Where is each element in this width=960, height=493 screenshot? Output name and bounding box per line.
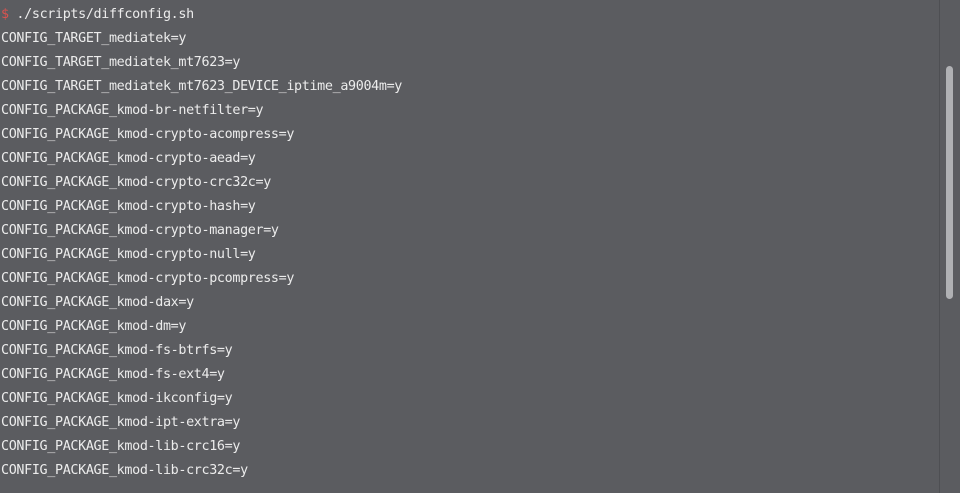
- output-line: CONFIG_PACKAGE_kmod-ipt-extra=y: [1, 415, 241, 430]
- terminal-output: $ ./scripts/diffconfig.sh CONFIG_TARGET_…: [1, 3, 931, 483]
- command-prompt-line: $ ./scripts/diffconfig.sh: [1, 3, 931, 27]
- output-line: CONFIG_PACKAGE_kmod-crypto-aead=y: [1, 151, 256, 166]
- vertical-scrollbar[interactable]: [939, 0, 960, 493]
- output-line: CONFIG_PACKAGE_kmod-crypto-null=y: [1, 247, 256, 262]
- output-line: CONFIG_PACKAGE_kmod-crypto-crc32c=y: [1, 175, 271, 190]
- output-line: CONFIG_PACKAGE_kmod-lib-crc32c=y: [1, 463, 248, 478]
- output-line: CONFIG_PACKAGE_kmod-crypto-acompress=y: [1, 127, 295, 142]
- output-line: CONFIG_TARGET_mediatek_mt7623=y: [1, 55, 241, 70]
- terminal-window[interactable]: $ ./scripts/diffconfig.sh CONFIG_TARGET_…: [0, 0, 960, 493]
- output-line: CONFIG_PACKAGE_kmod-fs-ext4=y: [1, 367, 225, 382]
- output-line: CONFIG_PACKAGE_kmod-ikconfig=y: [1, 391, 233, 406]
- output-line: CONFIG_PACKAGE_kmod-dm=y: [1, 319, 187, 334]
- prompt-symbol: $: [1, 7, 9, 22]
- output-line: CONFIG_TARGET_mediatek=y: [1, 31, 187, 46]
- output-line: CONFIG_PACKAGE_kmod-crypto-manager=y: [1, 223, 279, 238]
- output-line: CONFIG_PACKAGE_kmod-fs-btrfs=y: [1, 343, 233, 358]
- output-line: CONFIG_PACKAGE_kmod-dax=y: [1, 295, 194, 310]
- output-line: CONFIG_PACKAGE_kmod-lib-crc16=y: [1, 439, 241, 454]
- output-line: CONFIG_TARGET_mediatek_mt7623_DEVICE_ipt…: [1, 79, 403, 94]
- command-text: ./scripts/diffconfig.sh: [8, 7, 194, 22]
- output-line: CONFIG_PACKAGE_kmod-crypto-hash=y: [1, 199, 256, 214]
- output-line: CONFIG_PACKAGE_kmod-br-netfilter=y: [1, 103, 264, 118]
- output-line: CONFIG_PACKAGE_kmod-crypto-pcompress=y: [1, 271, 295, 286]
- scrollbar-thumb[interactable]: [946, 66, 953, 299]
